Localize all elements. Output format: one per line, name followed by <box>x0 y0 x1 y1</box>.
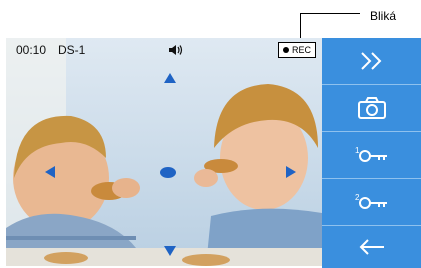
back-button[interactable] <box>322 226 421 268</box>
forward-button[interactable] <box>322 38 421 84</box>
center-dot-icon[interactable] <box>160 167 176 178</box>
time-readout: 00:10 <box>16 43 47 57</box>
key-number: 2 <box>355 193 360 202</box>
camera-icon <box>357 97 386 119</box>
arrow-left-icon[interactable] <box>45 166 55 178</box>
key-number: 1 <box>355 146 360 155</box>
video-feed: 00:10 DS-1 REC <box>6 38 322 266</box>
arrow-down-icon[interactable] <box>164 246 176 256</box>
double-chevron-right-icon <box>360 52 381 70</box>
callout-label: Bliká <box>370 9 397 23</box>
arrow-up-icon[interactable] <box>164 73 176 83</box>
side-panel: 1 2 <box>322 38 421 268</box>
camera-name: DS-1 <box>58 43 86 57</box>
unlock-2-button[interactable]: 2 <box>322 179 421 225</box>
unlock-1-button[interactable]: 1 <box>322 132 421 178</box>
callout-line <box>300 13 360 14</box>
rec-dot-icon <box>283 47 289 53</box>
callout-line-vertical <box>300 13 301 41</box>
rec-label: REC <box>292 45 312 55</box>
arrow-right-icon[interactable] <box>286 166 296 178</box>
snapshot-button[interactable] <box>322 85 421 131</box>
rec-indicator: REC <box>278 42 317 58</box>
key-icon: 2 <box>355 193 387 209</box>
arrow-left-icon <box>359 239 384 255</box>
speaker-icon[interactable] <box>168 43 184 57</box>
key-icon: 1 <box>355 146 387 162</box>
